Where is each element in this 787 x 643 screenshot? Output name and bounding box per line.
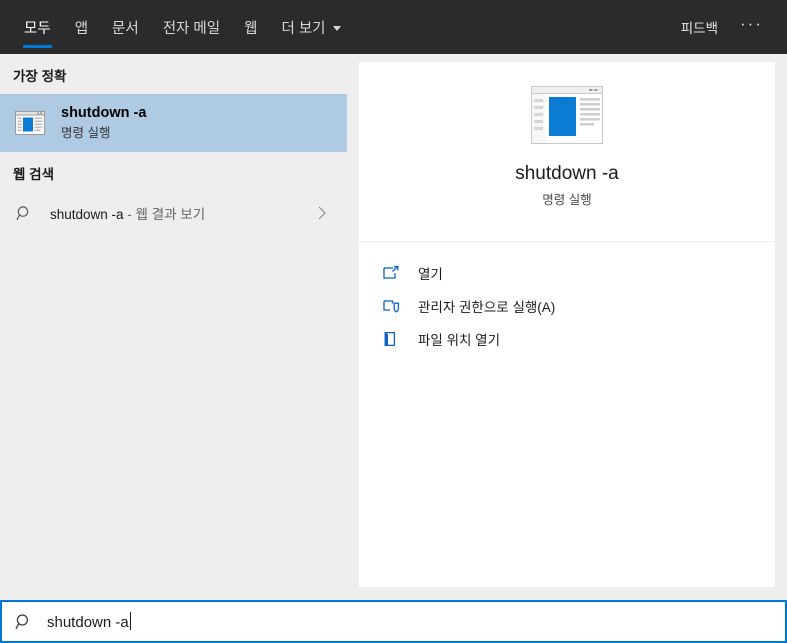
results-pane: 가장 정확 shutdown -a 명령 실행 웹 검색 shutdown -a… bbox=[0, 54, 347, 595]
search-header-bar: 모두 앱 문서 전자 메일 웹 더 보기 피드백 ··· bbox=[0, 0, 787, 54]
action-open-label: 열기 bbox=[418, 266, 443, 282]
action-run-as-admin[interactable]: 관리자 권한으로 실행(A) bbox=[359, 289, 775, 322]
folder-open-location-icon bbox=[381, 329, 401, 349]
open-external-icon bbox=[381, 263, 401, 283]
search-content-area: 가장 정확 shutdown -a 명령 실행 웹 검색 shutdown -a… bbox=[0, 54, 787, 595]
preview-hero: shutdown -a 명령 실행 bbox=[359, 62, 775, 242]
web-result-label: shutdown -a - 웹 결과 보기 bbox=[50, 203, 205, 223]
chevron-right-icon bbox=[313, 204, 331, 222]
tab-all-label: 모두 bbox=[24, 20, 51, 37]
result-item-subtitle: 명령 실행 bbox=[61, 126, 111, 140]
search-input-value: shutdown -a bbox=[47, 614, 129, 631]
run-command-icon bbox=[13, 106, 47, 140]
web-result-query: shutdown -a bbox=[50, 207, 124, 222]
run-command-large-icon bbox=[531, 86, 603, 144]
tab-more[interactable]: 더 보기 bbox=[269, 0, 352, 54]
search-icon bbox=[13, 202, 35, 224]
best-match-group-header: 가장 정확 bbox=[13, 69, 67, 84]
windows-search-flyout: 모두 앱 문서 전자 메일 웹 더 보기 피드백 ··· 가장 정확 shutd… bbox=[0, 0, 787, 643]
pane-gap-right bbox=[775, 54, 787, 595]
tab-web-label: 웹 bbox=[244, 20, 258, 37]
text-cursor bbox=[129, 612, 131, 630]
result-item-best-match[interactable]: shutdown -a 명령 실행 bbox=[0, 94, 347, 152]
web-result-suffix: 웹 결과 보기 bbox=[135, 207, 206, 222]
pane-gap-left bbox=[347, 54, 359, 595]
web-search-group-header: 웹 검색 bbox=[13, 167, 55, 182]
search-icon bbox=[14, 612, 34, 632]
tab-apps[interactable]: 앱 bbox=[63, 0, 100, 54]
result-item-title: shutdown -a bbox=[61, 105, 147, 121]
chevron-down-icon bbox=[332, 25, 341, 31]
tab-more-label: 더 보기 bbox=[281, 20, 326, 37]
feedback-button[interactable]: 피드백 bbox=[669, 11, 730, 43]
preview-subtitle: 명령 실행 bbox=[542, 193, 592, 207]
preview-title: shutdown -a bbox=[515, 163, 619, 184]
preview-actions: 열기 관리자 권한으로 실행(A) 파일 위치 열기 bbox=[359, 242, 775, 355]
tab-web[interactable]: 웹 bbox=[232, 0, 269, 54]
web-result-separator: - bbox=[123, 207, 136, 222]
result-item-text: shutdown -a 명령 실행 bbox=[61, 104, 146, 142]
action-open-file-location[interactable]: 파일 위치 열기 bbox=[359, 322, 775, 355]
action-run-as-admin-label: 관리자 권한으로 실행(A) bbox=[418, 299, 556, 315]
tab-apps-label: 앱 bbox=[74, 20, 89, 37]
action-open-file-location-label: 파일 위치 열기 bbox=[418, 332, 501, 348]
tab-all[interactable]: 모두 bbox=[12, 0, 63, 54]
tab-email[interactable]: 전자 메일 bbox=[151, 0, 232, 54]
more-options-icon[interactable]: ··· bbox=[730, 15, 773, 38]
search-input-container[interactable]: shutdown -a bbox=[0, 600, 787, 643]
tab-documents-label: 문서 bbox=[112, 20, 139, 37]
tab-documents[interactable]: 문서 bbox=[100, 0, 151, 54]
header-actions: 피드백 ··· bbox=[669, 0, 787, 54]
search-input[interactable]: shutdown -a bbox=[47, 612, 131, 631]
shield-run-as-admin-icon bbox=[381, 296, 401, 316]
web-result-item[interactable]: shutdown -a - 웹 결과 보기 bbox=[0, 192, 347, 234]
preview-pane: shutdown -a 명령 실행 열기 관리자 권한으로 실행(A) 파일 위… bbox=[359, 62, 775, 587]
tab-email-label: 전자 메일 bbox=[162, 20, 221, 37]
search-tab-list: 모두 앱 문서 전자 메일 웹 더 보기 bbox=[0, 0, 353, 54]
action-open[interactable]: 열기 bbox=[359, 256, 775, 289]
